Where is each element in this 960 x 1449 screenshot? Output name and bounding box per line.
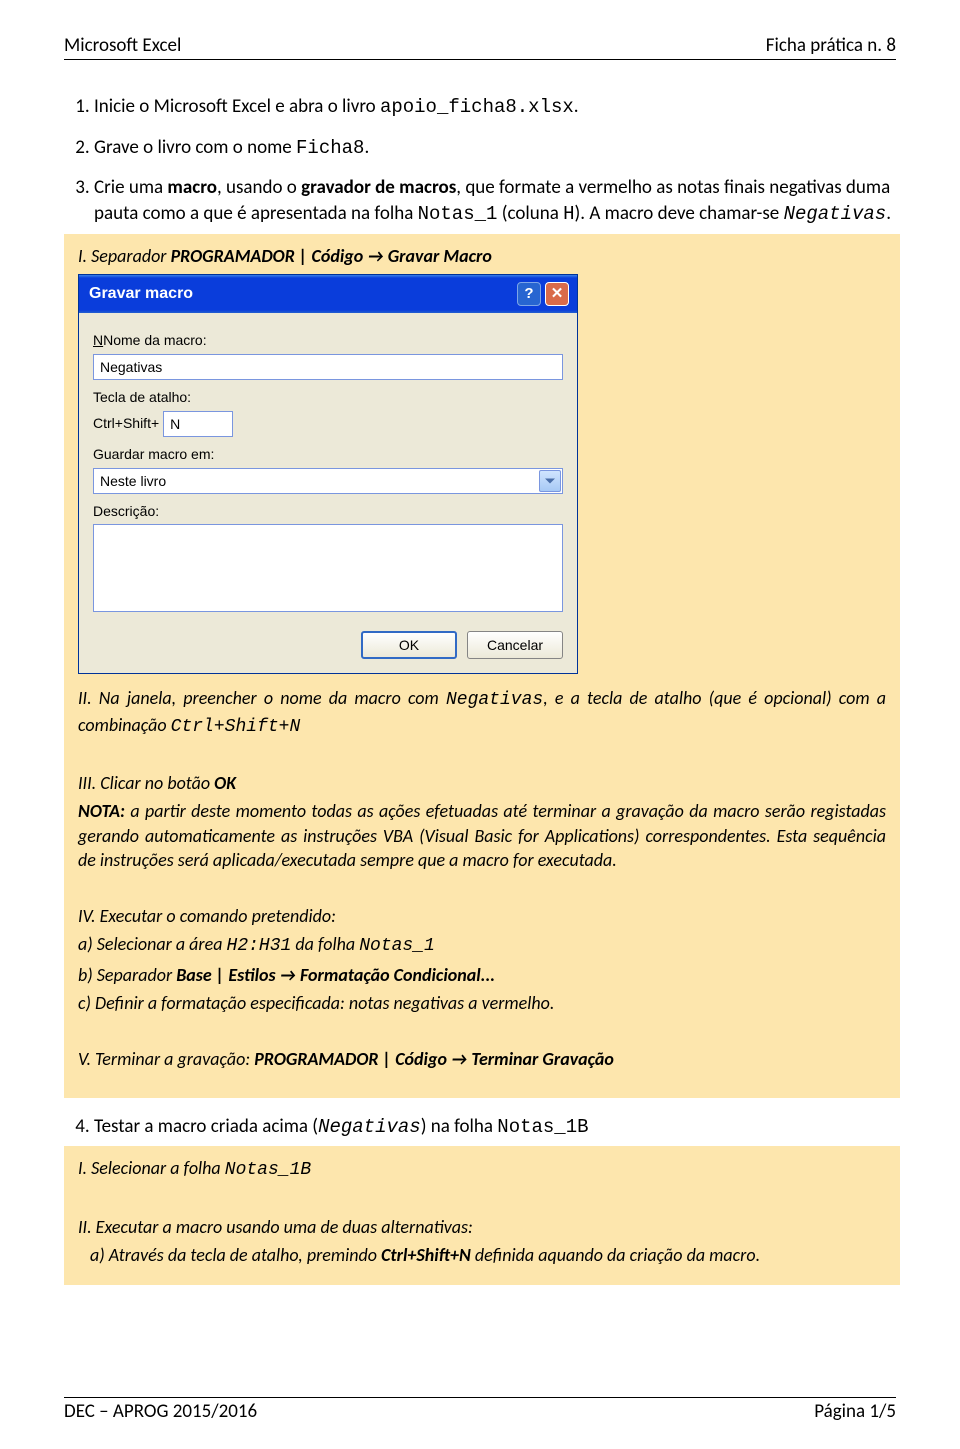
- numbered-steps: Inicie o Microsoft Excel e abra o livro …: [64, 94, 896, 1285]
- document-page: Microsoft Excel Ficha prática n. 8 Inici…: [0, 0, 960, 1449]
- header-left: Microsoft Excel: [64, 34, 181, 57]
- shortcut-prefix: Ctrl+Shift+: [93, 414, 159, 433]
- shortcut-label: Tecla de atalho:: [93, 388, 563, 407]
- substep-v: V. Terminar a gravação: PROGRAMADOR | Có…: [78, 1047, 886, 1071]
- text: a partir deste momento todas as ações ef…: [78, 800, 886, 871]
- macro-name: Negativas: [784, 203, 887, 225]
- macro-name-input[interactable]: [93, 354, 563, 380]
- substep-iv-head: IV. Executar o comando pretendido:: [78, 904, 886, 928]
- page-footer: DEC – APROG 2015/2016 Página 1/5: [64, 1397, 896, 1423]
- text: Descrição:: [93, 503, 159, 519]
- step-2: Grave o livro com o nome Ficha8.: [94, 135, 896, 162]
- store-in-label: Guardar macro em:: [93, 445, 563, 464]
- text: .: [574, 95, 579, 118]
- sheet-ref: Notas_1: [359, 936, 435, 956]
- header-right: Ficha prática n. 8: [766, 34, 896, 57]
- step-4: Testar a macro criada acima (Negativas) …: [94, 1114, 896, 1286]
- description-input[interactable]: [93, 524, 563, 612]
- instruction-box-3: I. Separador PROGRAMADOR | Código → Grav…: [64, 234, 900, 1098]
- text: III. Clicar no botão: [78, 772, 214, 794]
- text: .: [364, 136, 369, 159]
- text: Nome da macro:: [103, 332, 206, 348]
- text: definida aquando da criação da macro.: [471, 1244, 760, 1266]
- dialog-body: NNome da macro: Tecla de atalho: Ctrl+Sh…: [79, 313, 577, 673]
- page-header: Microsoft Excel Ficha prática n. 8: [64, 34, 896, 60]
- sheet-ref: Notas_1B: [497, 1116, 588, 1138]
- menu-path: Base | Estilos → Formatação Condicional.…: [176, 964, 495, 986]
- text: a) Através da tecla de atalho, premindo: [90, 1244, 381, 1266]
- filename: apoio_ficha8.xlsx: [380, 96, 574, 118]
- store-in-select[interactable]: [93, 468, 563, 494]
- range-ref: H2:H31: [227, 936, 292, 956]
- store-in-select-wrap: [93, 468, 563, 494]
- footer-left: DEC – APROG 2015/2016: [64, 1400, 257, 1423]
- record-macro-dialog: Gravar macro ? ✕ NNome da macro: Tecla d…: [78, 274, 578, 674]
- substep-iii: III. Clicar no botão OK: [78, 771, 886, 795]
- ok-ref: OK: [214, 772, 236, 794]
- substep-iv-b: b) Separador Base | Estilos → Formatação…: [78, 963, 886, 987]
- macro-name-label: NNome da macro:: [93, 331, 563, 350]
- substep-i: I. Separador PROGRAMADOR | Código → Grav…: [78, 244, 886, 268]
- ok-button[interactable]: OK: [361, 631, 457, 659]
- menu-path: PROGRAMADOR | Código → Terminar Gravação: [254, 1048, 614, 1070]
- menu-path: PROGRAMADOR | Código → Gravar Macro: [171, 245, 492, 267]
- step-1: Inicie o Microsoft Excel e abra o livro …: [94, 94, 896, 121]
- dialog-title: Gravar macro: [89, 283, 193, 305]
- text: b) Separador: [78, 964, 176, 986]
- substep-4-ii-a: a) Através da tecla de atalho, premindo …: [78, 1243, 886, 1267]
- shortcut-ref: Ctrl+Shift+N: [381, 1244, 471, 1266]
- note-block: NOTA: a partir deste momento todas as aç…: [78, 799, 886, 872]
- text: gravador de macros: [301, 176, 456, 199]
- text: (coluna: [497, 202, 563, 225]
- shortcut-key-input[interactable]: [163, 411, 233, 437]
- filename: Ficha8: [296, 137, 364, 159]
- text: Inicie o Microsoft Excel e abra o livro: [94, 95, 380, 118]
- text: , usando o: [217, 176, 301, 199]
- text: Grave o livro com o nome: [94, 136, 296, 159]
- text: .: [886, 202, 891, 225]
- sheet-ref: Notas_1B: [225, 1160, 311, 1180]
- text: Testar a macro criada acima (: [94, 1115, 318, 1138]
- substep-ii: II. Na janela, preencher o nome da macro…: [78, 686, 886, 739]
- shortcut-ref: Ctrl+Shift+N: [171, 717, 301, 737]
- substep-iv-c: c) Definir a formatação especificada: no…: [78, 991, 886, 1015]
- column-name: H: [563, 203, 574, 225]
- text: Tecla de atalho:: [93, 389, 191, 405]
- text: V. Terminar a gravação:: [78, 1048, 254, 1070]
- text: macro: [167, 176, 217, 199]
- text: II. Na janela, preencher o nome da macro…: [78, 687, 446, 709]
- help-icon[interactable]: ?: [517, 282, 541, 306]
- shortcut-row: Ctrl+Shift+: [93, 411, 563, 437]
- sheet-name: Notas_1: [418, 203, 498, 225]
- cancel-button[interactable]: Cancelar: [467, 631, 563, 659]
- text: ). A macro deve chamar-se: [575, 202, 784, 225]
- close-icon[interactable]: ✕: [545, 282, 569, 306]
- titlebar-buttons: ? ✕: [517, 282, 569, 306]
- text: I. Selecionar a folha: [78, 1157, 225, 1179]
- text: a) Selecionar a área: [78, 933, 227, 955]
- nota-label: NOTA:: [78, 800, 125, 822]
- substep-iv-a: a) Selecionar a área H2:H31 da folha Not…: [78, 932, 886, 958]
- macro-name-ref: Negativas: [446, 690, 543, 710]
- substep-4-i: I. Selecionar a folha Notas_1B: [78, 1156, 886, 1182]
- text: I. Separador: [78, 245, 171, 267]
- dialog-titlebar: Gravar macro ? ✕: [79, 275, 577, 313]
- step-3: Crie uma macro, usando o gravador de mac…: [94, 175, 896, 1097]
- macro-name-ref: Negativas: [318, 1116, 421, 1138]
- text: ) na folha: [421, 1115, 498, 1138]
- text: Guardar macro em:: [93, 446, 214, 462]
- text: Crie uma: [94, 176, 167, 199]
- substep-4-ii-head: II. Executar a macro usando uma de duas …: [78, 1215, 886, 1239]
- text: da folha: [291, 933, 359, 955]
- footer-right: Página 1/5: [814, 1400, 896, 1423]
- dialog-buttons: OK Cancelar: [93, 631, 563, 659]
- description-label: Descrição:: [93, 502, 563, 521]
- instruction-box-4: I. Selecionar a folha Notas_1B II. Execu…: [64, 1146, 900, 1285]
